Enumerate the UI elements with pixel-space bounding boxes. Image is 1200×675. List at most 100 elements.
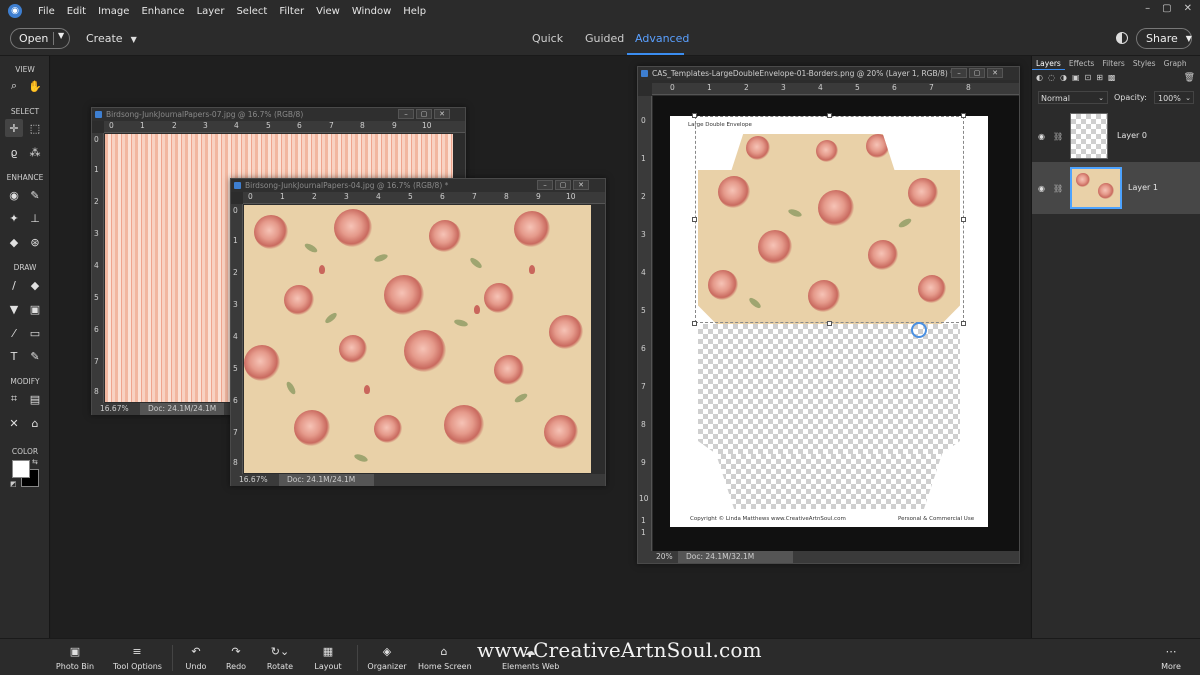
blur-tool-icon[interactable]: ◆ [5,233,23,251]
transform-handle[interactable] [827,113,832,118]
eyedropper-tool-icon[interactable]: ⁄ [5,324,23,342]
organizer-button[interactable]: ◈ Organizer [366,639,408,675]
straighten-tool-icon[interactable]: ⌂ [26,414,44,432]
gradient-tool-icon[interactable]: ▣ [26,300,44,318]
transform-handle[interactable] [692,113,697,118]
recompose-tool-icon[interactable]: ▤ [26,390,44,408]
content-aware-move-tool-icon[interactable]: ✕ [5,414,23,432]
visibility-eye-icon[interactable]: ◉ [1038,132,1045,141]
tab-styles[interactable]: Styles [1129,56,1160,70]
adjustment-layer-icon[interactable]: ◑ [1060,73,1067,82]
opacity-input[interactable]: 100% ⌄ [1154,91,1194,104]
layer-row[interactable]: ◉ ⛓ Layer 1 [1032,162,1200,214]
layer-name[interactable]: Layer 1 [1128,183,1158,192]
tab-layers[interactable]: Layers [1032,56,1065,70]
trash-icon[interactable]: 🗑 [1184,73,1195,83]
layer-mask-icon[interactable]: ▣ [1072,73,1080,82]
zoom-level[interactable]: 16.67% [100,403,129,415]
marquee-tool-icon[interactable]: ⬚ [26,119,44,137]
tab-guided[interactable]: Guided [585,32,624,45]
minimize-icon[interactable]: – [1145,3,1150,14]
blend-mode-select[interactable]: Normal ⌄ [1038,91,1108,104]
link-icon[interactable]: ⛓ [1053,132,1063,141]
lock-transparency-icon[interactable]: ▩ [1108,73,1116,82]
document-size[interactable]: Doc: 24.1M/24.1M [140,403,225,415]
more-button[interactable]: ⋯ More [1158,639,1184,675]
close-icon[interactable]: ✕ [1184,3,1192,14]
lock-icon[interactable]: ⊡ [1085,73,1092,82]
transform-handle[interactable] [692,321,697,326]
new-layer-icon[interactable]: ◐ [1036,73,1043,82]
minimize-icon[interactable]: – [537,180,553,190]
document-title-bar[interactable]: Birdsong-JunkJournalPapers-04.jpg @ 16.7… [231,179,605,192]
smart-brush-tool-icon[interactable]: ✦ [5,209,23,227]
zoom-tool-icon[interactable]: ⌕ [5,77,23,95]
move-tool-icon[interactable]: ✛ [5,119,23,137]
redo-button[interactable]: ↷ Redo [222,639,250,675]
paint-bucket-tool-icon[interactable]: ▼ [5,300,23,318]
document-window-floral[interactable]: Birdsong-JunkJournalPapers-04.jpg @ 16.7… [230,178,606,486]
close-icon[interactable]: ✕ [987,68,1003,78]
document-title-bar[interactable]: Birdsong-JunkJournalPapers-07.jpg @ 16.7… [92,108,465,121]
tab-advanced[interactable]: Advanced [635,32,689,45]
red-eye-tool-icon[interactable]: ◉ [5,186,23,204]
spot-healing-tool-icon[interactable]: ✎ [26,186,44,204]
close-icon[interactable]: ✕ [434,109,450,119]
maximize-icon[interactable]: ▢ [1162,3,1171,14]
transform-handle[interactable] [961,113,966,118]
transform-handle[interactable] [961,217,966,222]
create-button[interactable]: Create ▼ [86,32,137,45]
menu-file[interactable]: File [32,6,61,17]
menu-layer[interactable]: Layer [191,6,231,17]
pencil-tool-icon[interactable]: ✎ [26,347,44,365]
swap-colors-icon[interactable]: ⇆ [32,458,38,466]
menu-help[interactable]: Help [397,6,432,17]
photo-bin-button[interactable]: ▣ Photo Bin [55,639,95,675]
shape-tool-icon[interactable]: ▭ [26,324,44,342]
hand-tool-icon[interactable]: ✋ [26,77,44,95]
zoom-level[interactable]: 20% [656,551,673,563]
undo-button[interactable]: ↶ Undo [182,639,210,675]
lasso-tool-icon[interactable]: ϱ [5,143,23,161]
menu-window[interactable]: Window [346,6,397,17]
menu-view[interactable]: View [310,6,346,17]
maximize-icon[interactable]: ▢ [555,180,571,190]
minimize-icon[interactable]: – [398,109,414,119]
transform-bounding-box[interactable] [695,116,964,323]
tab-effects[interactable]: Effects [1065,56,1099,70]
eraser-tool-icon[interactable]: ◆ [26,276,44,294]
tab-graph[interactable]: Graph [1160,56,1191,70]
minimize-icon[interactable]: – [951,68,967,78]
link-icon[interactable]: ⛓ [1053,184,1063,193]
lock-all-icon[interactable]: ⊞ [1096,73,1103,82]
maximize-icon[interactable]: ▢ [969,68,985,78]
quick-selection-tool-icon[interactable]: ⁂ [26,143,44,161]
foreground-color-swatch[interactable] [12,460,30,478]
new-group-icon[interactable]: ◌ [1048,73,1055,82]
brush-tool-icon[interactable]: / [5,276,23,294]
chevron-down-icon[interactable]: ▼ [58,31,64,40]
crop-tool-icon[interactable]: ⌗ [5,390,23,408]
menu-filter[interactable]: Filter [273,6,310,17]
tab-quick[interactable]: Quick [532,32,563,45]
type-tool-icon[interactable]: T [5,347,23,365]
menu-enhance[interactable]: Enhance [135,6,190,17]
close-icon[interactable]: ✕ [573,180,589,190]
transform-handle[interactable] [961,321,966,326]
transform-handle[interactable] [692,217,697,222]
tool-options-button[interactable]: ≡ Tool Options [113,639,162,675]
home-screen-button[interactable]: ⌂ Home Screen [418,639,472,675]
rotate-button[interactable]: ↻⌄ Rotate [263,639,297,675]
document-window-envelope[interactable]: CAS_Templates-LargeDoubleEnvelope-01-Bor… [637,66,1020,564]
document-size[interactable]: Doc: 24.1M/32.1M [678,551,793,563]
tab-filters[interactable]: Filters [1098,56,1128,70]
layer-row[interactable]: ◉ ⛓ Layer 0 [1032,110,1200,162]
maximize-icon[interactable]: ▢ [416,109,432,119]
zoom-level[interactable]: 16.67% [239,474,268,486]
sponge-tool-icon[interactable]: ⊛ [26,233,44,251]
menu-select[interactable]: Select [230,6,273,17]
share-button[interactable]: Share ▼ [1136,28,1192,49]
layout-button[interactable]: ▦ Layout [312,639,344,675]
open-button[interactable]: Open ▼ [10,28,70,49]
menu-edit[interactable]: Edit [61,6,92,17]
